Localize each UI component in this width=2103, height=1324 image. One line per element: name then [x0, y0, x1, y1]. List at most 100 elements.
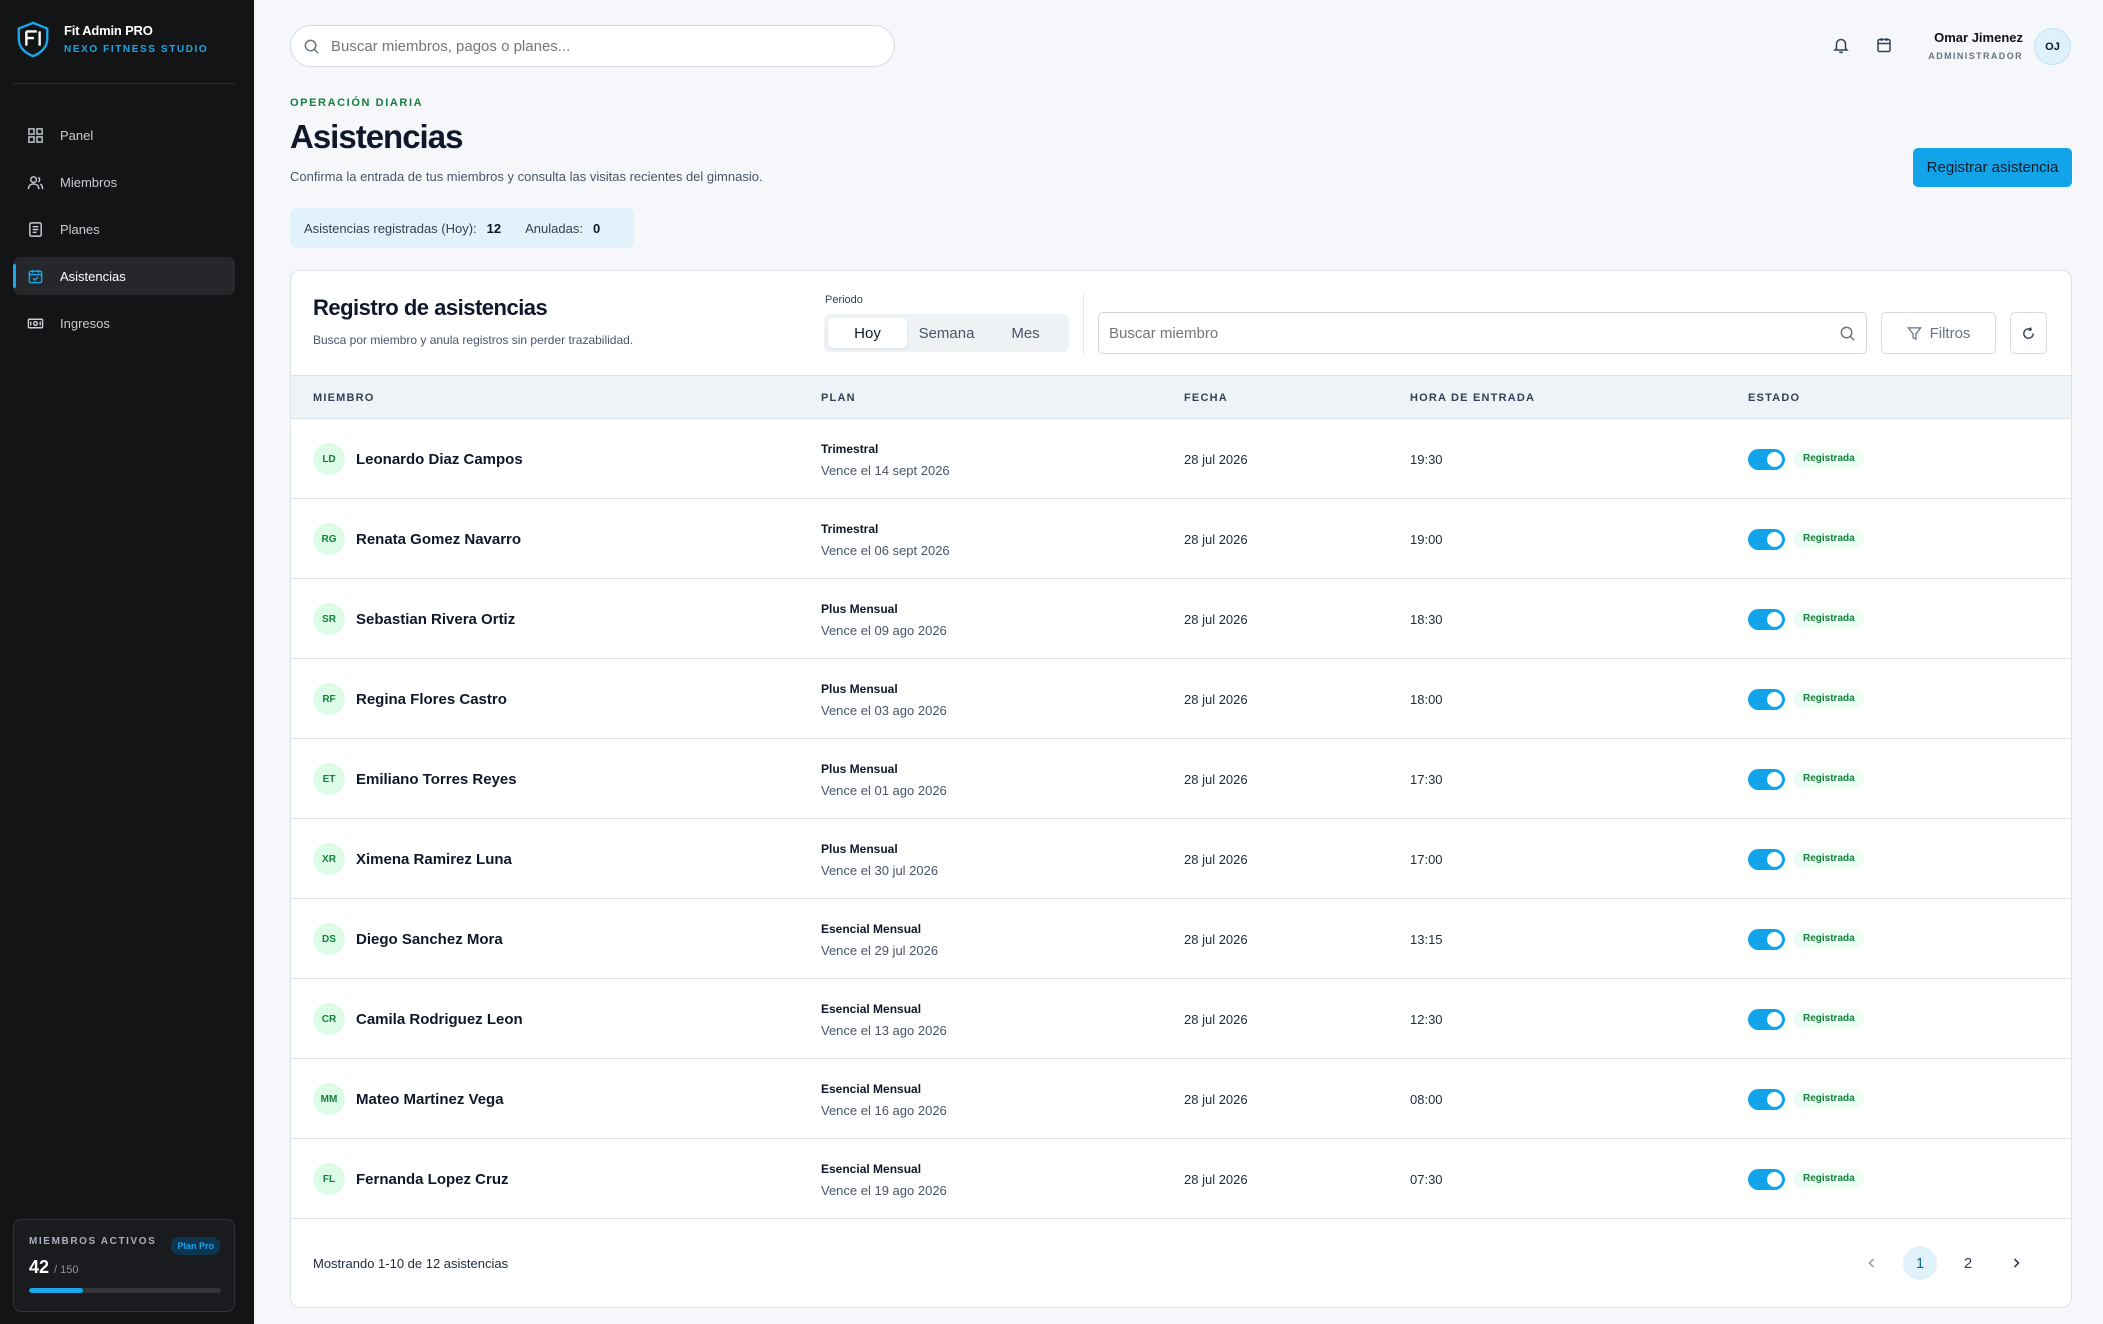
plan-expiry: Vence el 19 ago 2026	[821, 1183, 947, 1198]
member-avatar: ET	[313, 763, 345, 795]
users-icon	[27, 175, 44, 189]
sidebar-item-planes[interactable]: Planes	[13, 210, 235, 248]
attendance-date: 28 jul 2026	[1184, 932, 1248, 947]
member-search[interactable]	[1098, 312, 1867, 354]
next-page-button[interactable]	[1999, 1246, 2033, 1280]
attendance-date: 28 jul 2026	[1184, 1012, 1248, 1027]
member-avatar: MM	[313, 1083, 345, 1115]
plan-name: Trimestral	[821, 442, 879, 456]
period-hoy[interactable]: Hoy	[828, 318, 907, 348]
member-name[interactable]: Sebastian Rivera Ortiz	[356, 611, 515, 628]
member-name[interactable]: Renata Gomez Navarro	[356, 531, 521, 548]
table-row: DS Diego Sanchez Mora Esencial Mensual Venc…	[291, 899, 2071, 979]
brand-title: Fit Admin PRO	[64, 23, 153, 38]
member-name[interactable]: Fernanda Lopez Cruz	[356, 1171, 509, 1188]
status-badge: Registrada	[1794, 609, 1864, 628]
member-name[interactable]: Emiliano Torres Reyes	[356, 771, 517, 788]
global-search[interactable]	[290, 25, 895, 67]
filters-button[interactable]: Filtros	[1881, 312, 1996, 354]
brand[interactable]: Fit Admin PRO NEXO FITNESS STUDIO	[14, 20, 208, 58]
registered-value: 12	[486, 220, 502, 236]
sidebar-nav: Panel Miembros Planes Asistencias Ingres…	[13, 116, 235, 351]
period-label: Periodo	[825, 294, 863, 306]
member-name[interactable]: Camila Rodriguez Leon	[356, 1011, 523, 1028]
period-semana[interactable]: Semana	[907, 318, 986, 348]
attendance-toggle[interactable]	[1748, 449, 1785, 470]
status-badge: Registrada	[1794, 1009, 1864, 1028]
attendance-toggle[interactable]	[1748, 689, 1785, 710]
attendance-toggle[interactable]	[1748, 529, 1785, 550]
user-menu[interactable]: Omar Jimenez ADMINISTRADOR	[1928, 30, 2023, 61]
attendance-stats: Asistencias registradas (Hoy): 12 Anulad…	[290, 208, 635, 248]
attendance-date: 28 jul 2026	[1184, 772, 1248, 787]
entry-time: 19:30	[1410, 452, 1443, 467]
member-name[interactable]: Mateo Martinez Vega	[356, 1091, 504, 1108]
period-selector: Hoy Semana Mes	[824, 314, 1069, 352]
voided-value: 0	[592, 220, 601, 236]
table-row: FL Fernanda Lopez Cruz Esencial Mensual Ven…	[291, 1139, 2071, 1219]
document-icon	[29, 221, 42, 237]
calendar-icon[interactable]	[1875, 36, 1893, 54]
member-name[interactable]: Diego Sanchez Mora	[356, 931, 503, 948]
attendance-toggle[interactable]	[1748, 1009, 1785, 1030]
page-eyebrow: OPERACIÓN DIARIA	[290, 97, 424, 109]
entry-time: 19:00	[1410, 532, 1443, 547]
refresh-icon	[2023, 326, 2034, 339]
attendance-toggle[interactable]	[1748, 769, 1785, 790]
plan-name: Plus Mensual	[821, 842, 898, 856]
status-badge: Registrada	[1794, 1089, 1864, 1108]
status-badge: Registrada	[1794, 849, 1864, 868]
column-header-plan[interactable]: PLAN	[821, 392, 856, 404]
active-members-total: / 150	[54, 1264, 79, 1276]
column-header-time[interactable]: HORA DE ENTRADA	[1410, 392, 1535, 404]
user-name: Omar Jimenez	[1934, 30, 2023, 45]
filters-label: Filtros	[1929, 324, 1971, 342]
member-name[interactable]: Ximena Ramirez Luna	[356, 851, 512, 868]
attendance-registry-card: Registro de asistencias Busca por miembr…	[290, 270, 2072, 1308]
voided-label: Anuladas:	[525, 220, 583, 236]
attendance-toggle[interactable]	[1748, 609, 1785, 630]
column-header-date[interactable]: FECHA	[1184, 392, 1228, 404]
bell-icon[interactable]	[1832, 36, 1850, 54]
member-avatar: FL	[313, 1163, 345, 1195]
sidebar-item-ingresos[interactable]: Ingresos	[13, 304, 235, 342]
attendance-date: 28 jul 2026	[1184, 692, 1248, 707]
prev-page-button[interactable]	[1855, 1246, 1889, 1280]
table-row: LD Leonardo Diaz Campos Trimestral Vence el…	[291, 419, 2071, 499]
pagination: 1 2	[1855, 1246, 2033, 1280]
plan-expiry: Vence el 30 jul 2026	[821, 863, 939, 878]
sidebar-item-panel[interactable]: Panel	[13, 116, 235, 154]
search-icon	[304, 39, 319, 54]
sidebar-item-miembros[interactable]: Miembros	[13, 163, 235, 201]
global-search-input[interactable]	[331, 37, 894, 55]
page-2-button[interactable]: 2	[1951, 1246, 1985, 1280]
column-header-member[interactable]: MIEMBRO	[313, 392, 375, 404]
member-name[interactable]: Regina Flores Castro	[356, 691, 507, 708]
plan-name: Esencial Mensual	[821, 922, 922, 936]
entry-time: 17:00	[1410, 852, 1443, 867]
registry-title: Registro de asistencias	[313, 295, 548, 320]
plan-name: Esencial Mensual	[821, 1002, 922, 1016]
entry-time: 17:30	[1410, 772, 1443, 787]
refresh-button[interactable]	[2010, 312, 2047, 354]
member-search-input[interactable]	[1109, 324, 1829, 342]
grid-icon	[28, 127, 43, 143]
attendance-toggle[interactable]	[1748, 1089, 1785, 1110]
sidebar-item-asistencias[interactable]: Asistencias	[13, 257, 235, 295]
register-attendance-button[interactable]: Registrar asistencia	[1913, 148, 2072, 187]
member-name[interactable]: Leonardo Diaz Campos	[356, 451, 523, 468]
avatar[interactable]: OJ	[2034, 28, 2071, 65]
table-row: RF Regina Flores Castro Plus Mensual Vence …	[291, 659, 2071, 739]
attendance-toggle[interactable]	[1748, 929, 1785, 950]
period-mes[interactable]: Mes	[986, 318, 1065, 348]
chevron-left-icon	[1868, 1258, 1875, 1268]
column-header-status[interactable]: ESTADO	[1748, 392, 1800, 404]
attendance-date: 28 jul 2026	[1184, 612, 1248, 627]
attendance-toggle[interactable]	[1748, 849, 1785, 870]
entry-time: 12:30	[1410, 1012, 1443, 1027]
sidebar-item-label: Miembros	[60, 174, 118, 190]
status-badge: Registrada	[1794, 689, 1864, 708]
attendance-toggle[interactable]	[1748, 1169, 1785, 1190]
page-1-button[interactable]: 1	[1903, 1246, 1937, 1280]
registry-subtitle: Busca por miembro y anula registros sin …	[313, 333, 634, 347]
